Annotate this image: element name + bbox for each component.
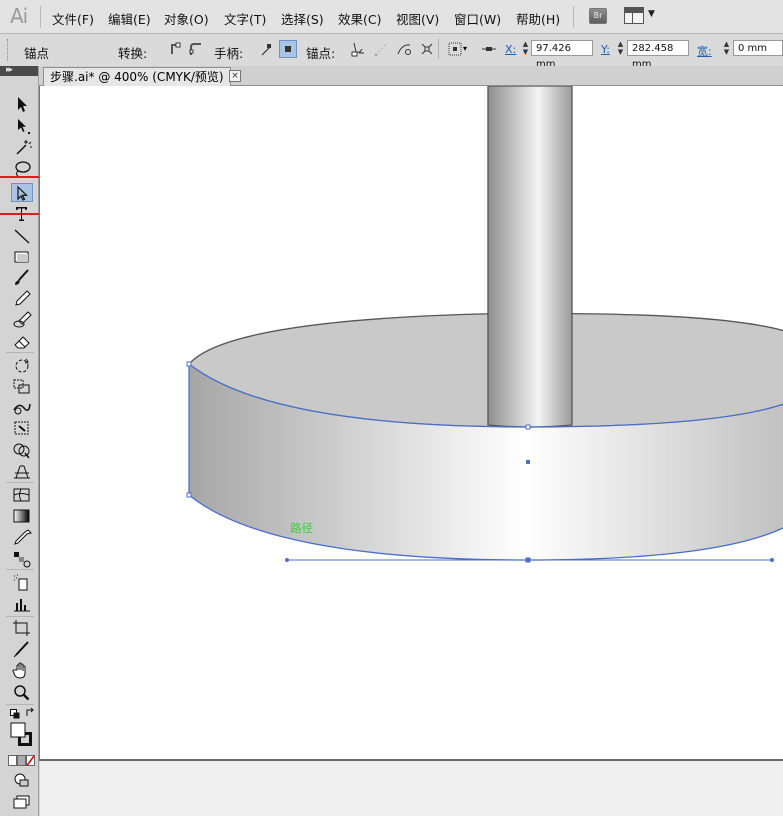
menu-effect[interactable]: 效果(C) [338,9,381,28]
path-smart-guide-label: 路径 [290,521,313,535]
rectangle-tool-icon[interactable] [11,248,33,267]
x-stepper[interactable]: ▲ ▼ [521,40,530,57]
chevron-down-icon[interactable]: ▼ [648,9,655,19]
menu-type[interactable]: 文字(T) [224,9,266,28]
y-stepper[interactable]: ▲ ▼ [616,40,625,57]
chevron-down-icon[interactable]: ▾ [463,44,467,53]
warp-tool-icon[interactable] [11,398,33,417]
swap-colors-icon[interactable] [25,707,36,718]
workspace-switcher-icon[interactable] [624,7,644,24]
anchor-point[interactable] [186,492,192,498]
close-icon[interactable]: × [229,70,241,82]
zoom-tool-icon[interactable] [11,683,33,702]
draw-mode-icon[interactable] [11,771,33,790]
perspective-grid-tool-icon[interactable] [11,462,33,481]
toolbox-separator [6,704,34,705]
grip-handle[interactable] [7,39,10,61]
blob-brush-tool-icon[interactable] [11,310,33,329]
reference-point-icon[interactable] [446,40,464,58]
direct-selection-tool-icon[interactable] [11,117,33,136]
scale-tool-icon[interactable] [11,377,33,396]
slice-tool-icon[interactable] [11,640,33,659]
blend-tool-icon[interactable] [11,549,33,568]
anchor-point[interactable] [525,424,531,430]
eraser-tool-icon[interactable] [11,332,33,351]
menu-edit[interactable]: 编辑(E) [108,9,151,28]
magic-wand-tool-icon[interactable] [11,138,33,157]
document-tab[interactable]: 步骤.ai* @ 400% (CMYK/预览) [43,67,231,86]
selection-tool-icon[interactable] [11,95,33,114]
color-mode-buttons[interactable] [8,755,36,766]
app-logo: Ai [10,4,28,28]
toolbox-separator [6,616,34,617]
x-coordinate-field[interactable]: 97.426 mm [531,40,593,70]
paintbrush-tool-icon[interactable] [11,268,33,287]
anchors-label: 锚点: [306,46,336,61]
menu-select[interactable]: 选择(S) [281,9,324,28]
menu-view[interactable]: 视图(V) [396,9,439,28]
menu-file[interactable]: 文件(F) [52,9,94,28]
width-stepper[interactable]: ▲ ▼ [722,40,731,57]
pencil-tool-icon[interactable] [11,289,33,308]
screen-mode-icon[interactable] [11,793,33,812]
menu-separator [40,6,41,28]
x-coordinate-label: X: [505,43,517,56]
collapse-panel-icon[interactable]: ▸▸ [6,65,13,75]
mesh-tool-icon[interactable] [11,486,33,505]
toolbox-separator [6,569,34,570]
fill-stroke-swatches[interactable] [10,722,34,748]
artboard-tool-icon[interactable] [11,619,33,638]
type-tool-icon[interactable] [11,204,33,223]
hide-handles-icon[interactable] [258,40,276,58]
cut-path-icon[interactable] [395,40,413,58]
direction-handle-point[interactable] [285,558,289,562]
rotate-tool-icon[interactable] [11,356,33,375]
y-coordinate-label: Y: [601,43,610,56]
gradient-tool-icon[interactable] [11,507,33,526]
convert-to-corner-icon[interactable] [167,40,185,58]
menu-separator [573,6,574,28]
menu-object[interactable]: 对象(O) [164,9,209,28]
show-handles-icon[interactable] [279,40,297,58]
control-mode-label: 锚点 [24,46,50,61]
bridge-button[interactable]: Br [589,8,607,24]
eyedropper-tool-icon[interactable] [11,528,33,547]
center-point [526,460,530,464]
toolbox-separator [6,482,34,483]
convert-label: 转换: [118,46,148,61]
convert-to-smooth-icon[interactable] [187,40,205,58]
default-colors-icon[interactable] [10,708,20,719]
control-separator [438,39,439,59]
menu-window[interactable]: 窗口(W) [454,9,501,28]
width-label: 宽: [697,45,712,58]
toolbox-separator [6,352,34,353]
handles-label: 手柄: [214,46,244,61]
line-segment-tool-icon[interactable] [11,227,33,246]
menu-help[interactable]: 帮助(H) [516,9,560,28]
isolate-anchors-icon[interactable] [418,40,436,58]
anchor-point[interactable] [186,361,192,367]
direction-handle-point[interactable] [770,558,774,562]
shape-builder-tool-icon[interactable] [11,441,33,460]
y-coordinate-field[interactable]: 282.458 mm [627,40,689,70]
symbol-sprayer-tool-icon[interactable] [11,573,33,592]
align-anchor-icon[interactable] [480,40,498,58]
hand-tool-icon[interactable] [11,661,33,680]
column-graph-tool-icon[interactable] [11,595,33,614]
free-transform-tool-icon[interactable] [11,419,33,438]
pole-shaft[interactable] [487,86,573,428]
width-field[interactable]: 0 mm [733,40,783,56]
connect-anchors-icon[interactable] [372,40,390,58]
pasteboard[interactable] [40,761,783,816]
delete-anchor-icon[interactable] [349,40,367,58]
artwork[interactable] [39,86,783,759]
